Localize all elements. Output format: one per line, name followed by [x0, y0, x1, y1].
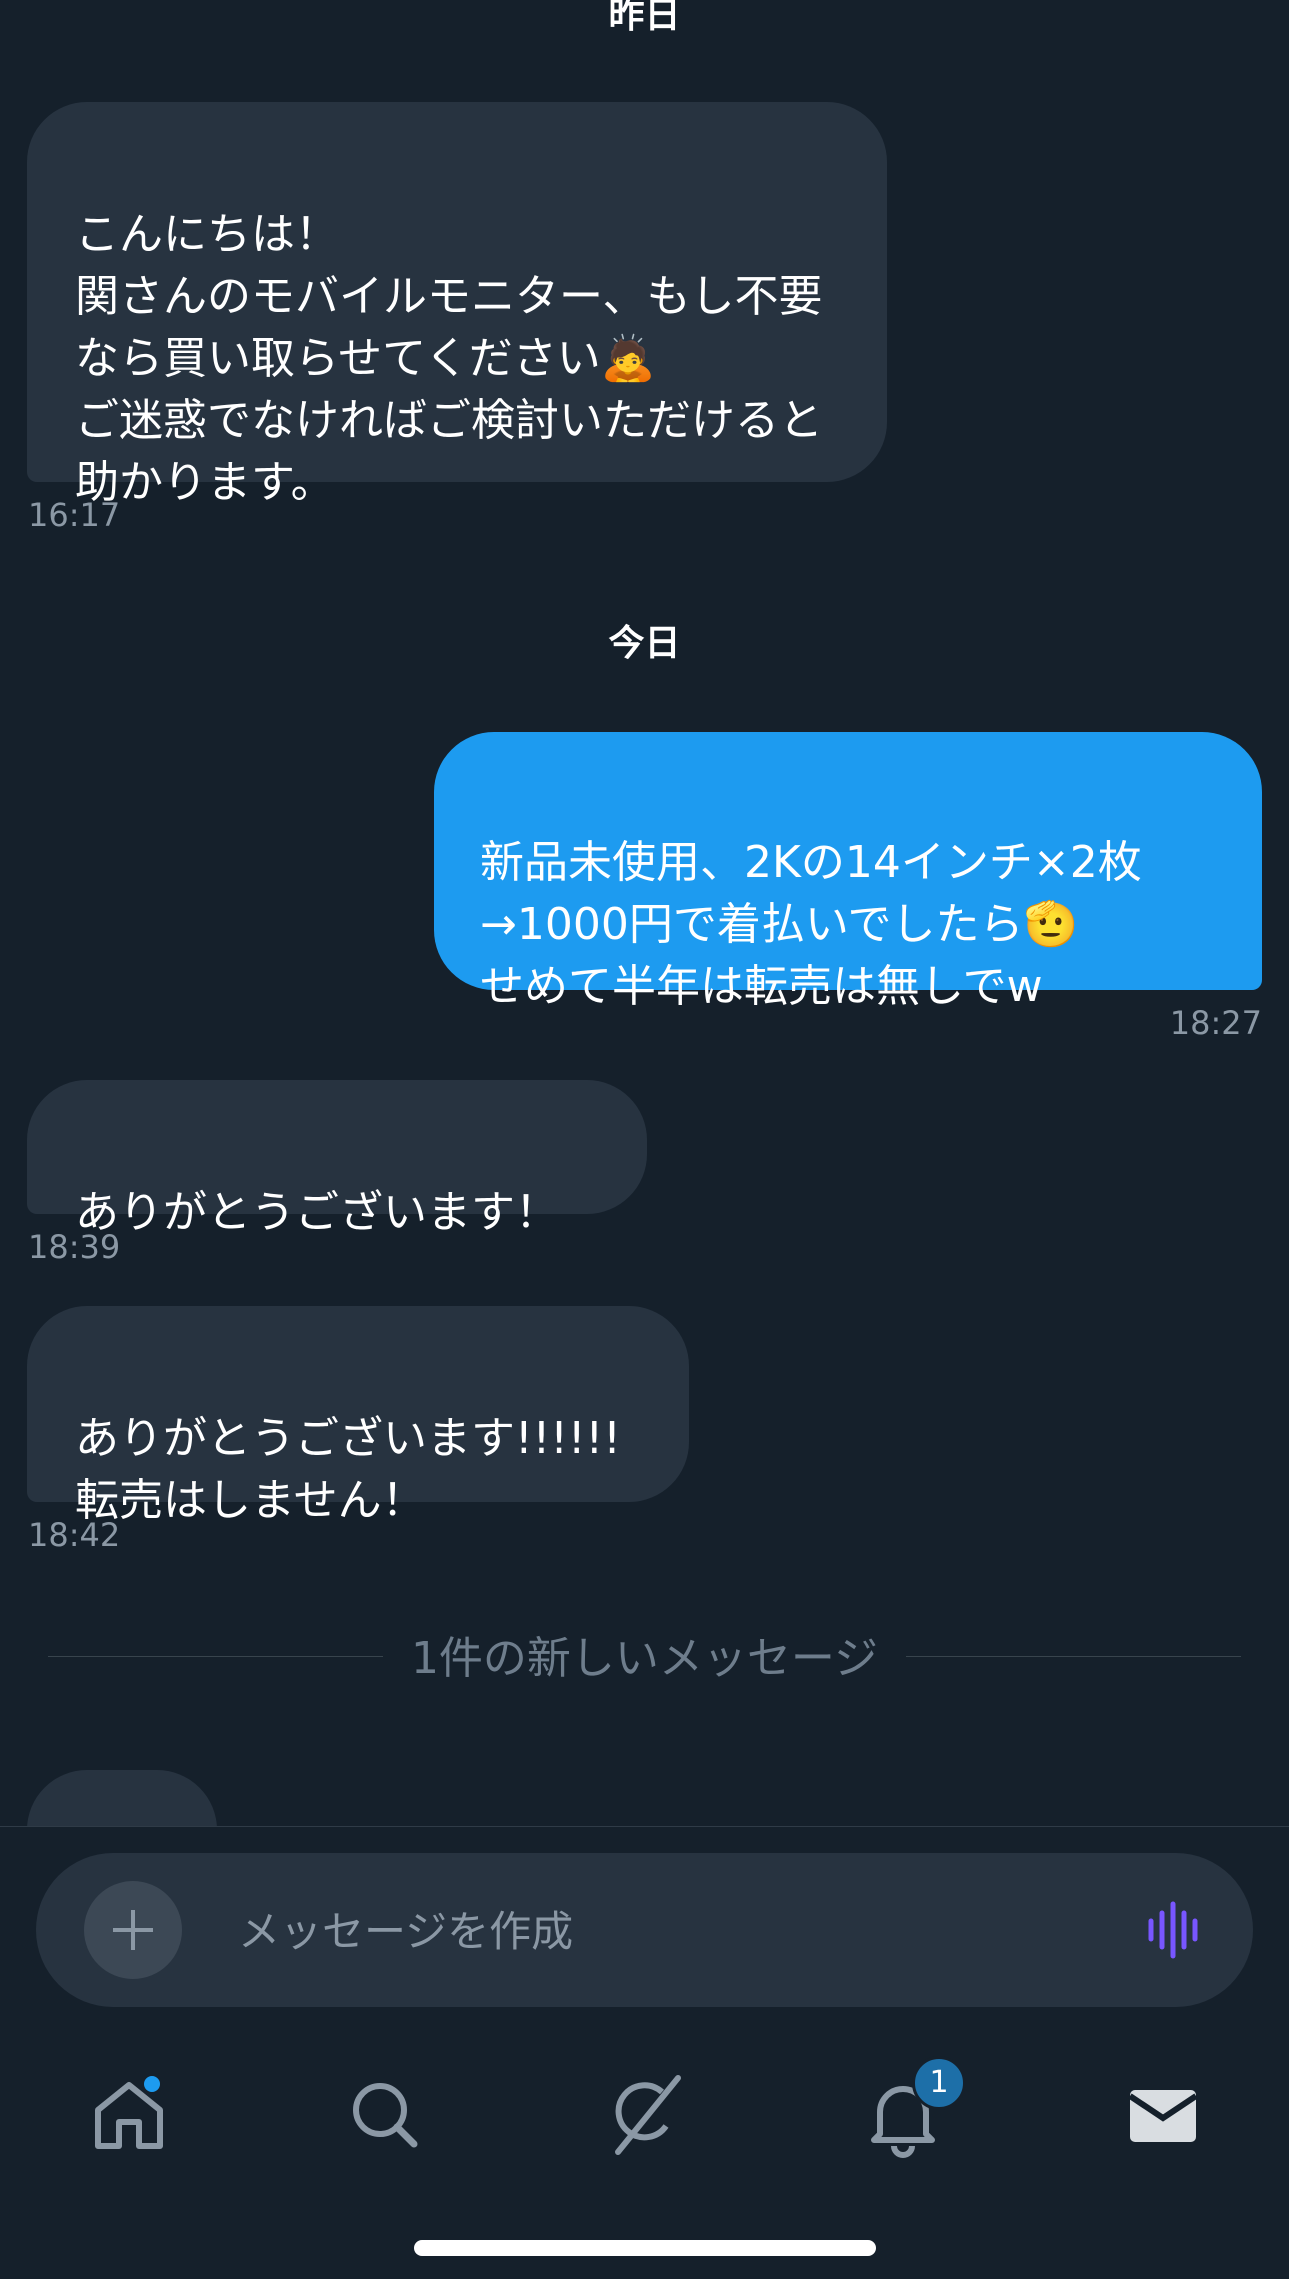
tab-notifications[interactable]: 1 — [858, 2056, 966, 2160]
home-icon — [95, 2082, 163, 2149]
new-messages-divider: 1件の新しいメッセージ — [48, 1622, 1241, 1684]
message-text: こんにちは！ 関さんのモバイルモニター、もし不要なら買い取らせてください🙇 ご迷… — [75, 209, 823, 508]
divider-line — [48, 1656, 383, 1657]
message-timestamp: 18:39 — [28, 1228, 121, 1266]
message-bubble-incoming[interactable]: こんにちは！ 関さんのモバイルモニター、もし不要なら買い取らせてください🙇 ご迷… — [27, 102, 887, 508]
message-input[interactable] — [236, 1893, 1120, 1969]
message-bubble-incoming[interactable]: ありがとうございます！ — [27, 1080, 647, 1238]
message-timestamp: 16:17 — [28, 496, 121, 534]
tab-grok[interactable] — [600, 2070, 690, 2160]
message-timestamp: 18:27 — [1169, 1004, 1262, 1042]
tab-search[interactable] — [340, 2070, 430, 2160]
mail-icon — [1128, 2090, 1198, 2142]
notification-dot — [144, 2076, 160, 2092]
message-composer — [36, 1853, 1253, 2007]
message-text: ありがとうございます！ — [75, 1187, 559, 1238]
message-text: 新品未使用、2Kの14インチ×2枚→1000円で着払いでしたら🫡 せめて半年は転… — [480, 837, 1142, 1012]
divider-line — [906, 1656, 1241, 1657]
message-thread[interactable]: 昨日 こんにちは！ 関さんのモバイルモニター、もし不要なら買い取らせてください🙇… — [0, 0, 1289, 1826]
tab-home[interactable] — [84, 2070, 174, 2160]
message-bubble-incoming[interactable]: ありがとうございます!!!!!! 転売はしません！ — [27, 1306, 689, 1526]
new-messages-label: 1件の新しいメッセージ — [410, 1633, 879, 1684]
voice-waveform-icon — [1148, 1901, 1198, 1959]
bottom-tab-bar: 1 — [0, 2030, 1289, 2200]
day-separator-yesterday: 昨日 — [608, 0, 681, 36]
grok-icon — [615, 2075, 681, 2155]
message-timestamp: 18:42 — [28, 1516, 121, 1554]
voice-message-button[interactable] — [1145, 1901, 1205, 1959]
tab-messages[interactable] — [1118, 2070, 1208, 2160]
message-bubble-outgoing[interactable]: 新品未使用、2Kの14インチ×2枚→1000円で着払いでしたら🫡 せめて半年は転… — [434, 732, 1262, 1012]
message-composer-bar — [0, 1826, 1289, 2030]
notifications-badge: 1 — [912, 2056, 966, 2110]
message-text: ありがとうございます!!!!!! 転売はしません！ — [75, 1413, 621, 1526]
message-bubble-incoming[interactable]: 住所 — [27, 1770, 217, 1826]
add-attachment-button[interactable] — [84, 1881, 182, 1979]
search-icon — [353, 2083, 418, 2148]
day-separator-today: 今日 — [608, 623, 681, 664]
home-indicator — [414, 2240, 876, 2256]
